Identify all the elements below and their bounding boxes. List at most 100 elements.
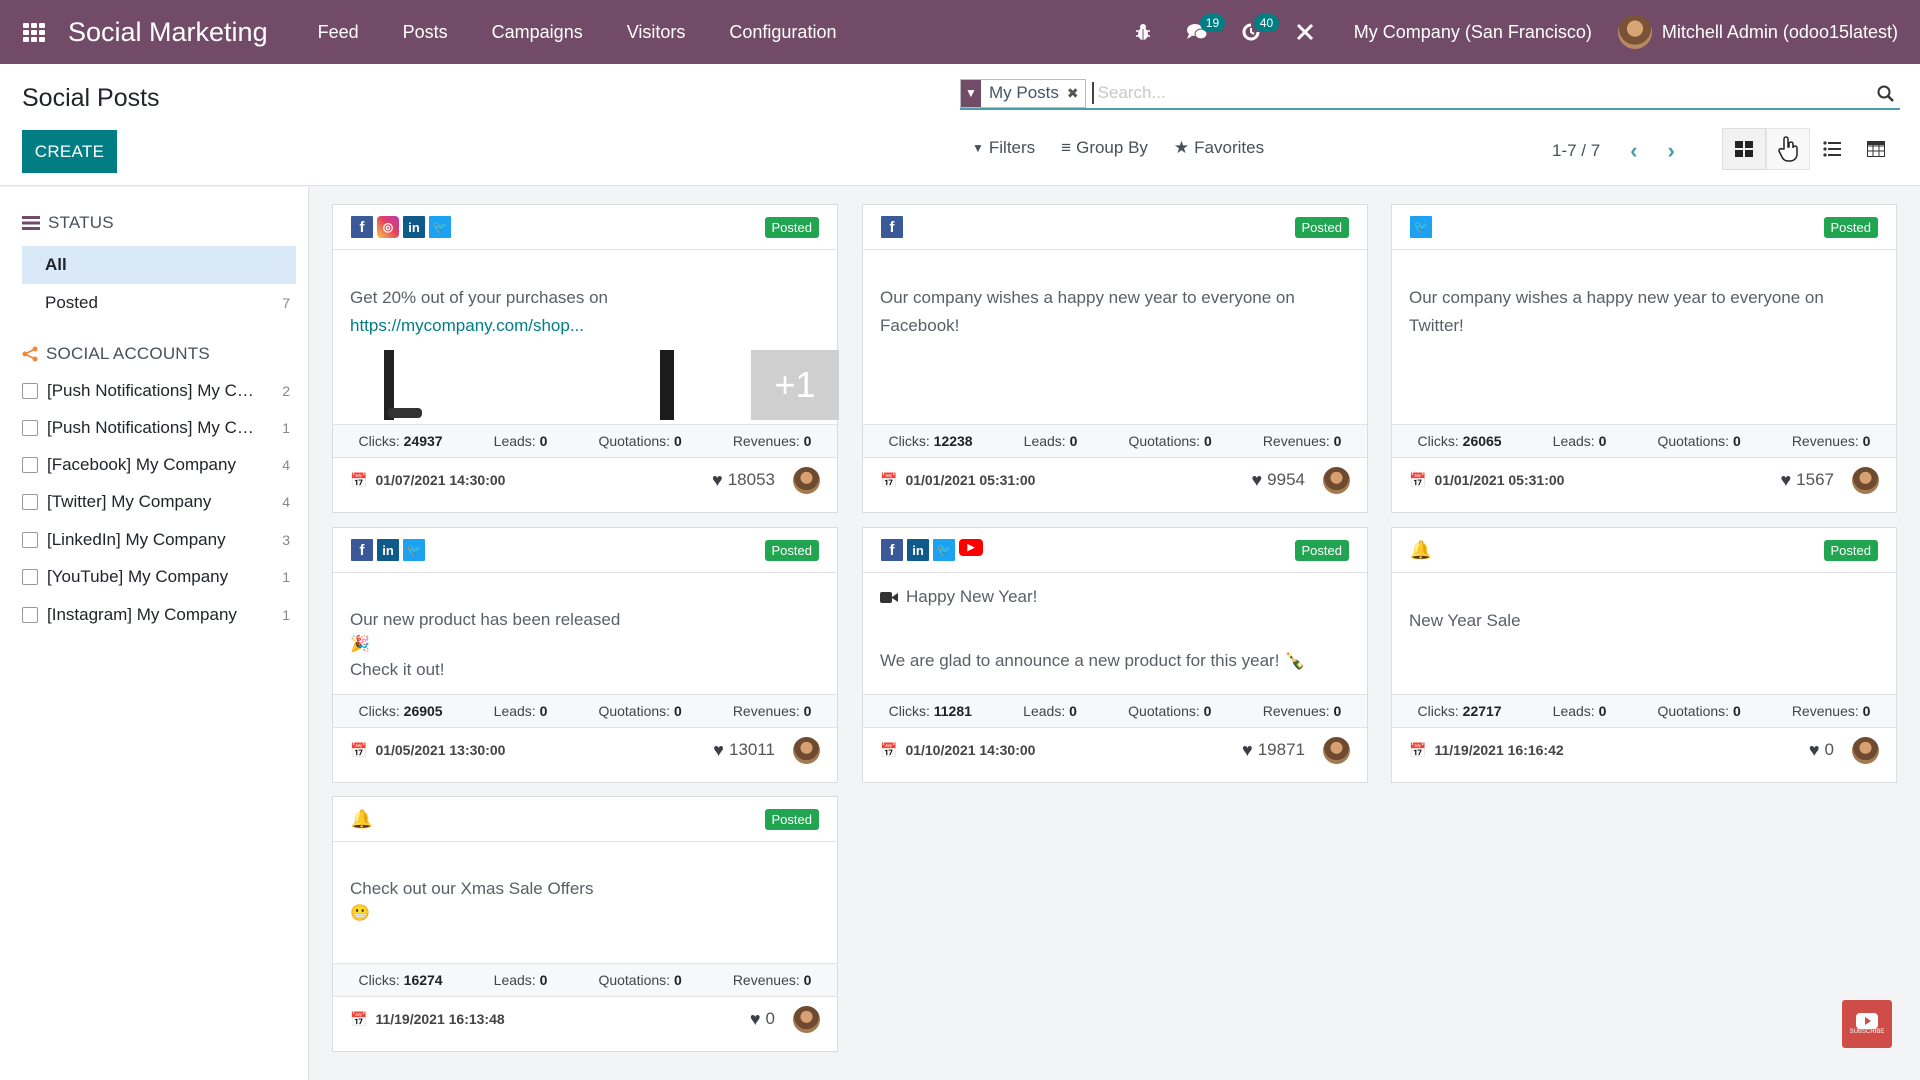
menu-feed[interactable]: Feed (296, 22, 381, 43)
calendar-view-button[interactable] (1766, 128, 1810, 170)
author-avatar[interactable] (1323, 736, 1350, 764)
menu-visitors[interactable]: Visitors (605, 22, 708, 43)
checkbox[interactable] (22, 532, 38, 548)
status-badge[interactable]: Posted (1294, 216, 1349, 238)
facet-remove-icon[interactable]: ✖ (1067, 80, 1085, 107)
status-badge[interactable]: Posted (764, 808, 819, 830)
clicks-stat: Clicks: 26065 (1417, 433, 1502, 449)
post-likes: ♥ 19871 (1242, 739, 1305, 760)
list-icon (1823, 141, 1841, 157)
search-input[interactable] (1091, 82, 1870, 104)
group-by-button[interactable]: ≡ Group By (1061, 138, 1148, 158)
activities-button[interactable]: 40 (1224, 0, 1280, 64)
filters-button[interactable]: ▼ Filters (972, 138, 1035, 158)
youtube-icon: ▶ (959, 539, 983, 556)
checkbox[interactable] (22, 420, 38, 436)
author-avatar[interactable] (1852, 466, 1879, 494)
leads-stat: Leads: 0 (493, 972, 548, 988)
status-badge[interactable]: Posted (1823, 216, 1878, 238)
app-name[interactable]: Social Marketing (68, 17, 268, 48)
account-filter-item[interactable]: [Instagram] My Company 1 (22, 605, 296, 625)
post-card[interactable]: f in 🐦 ▶ Posted Happy New Year! We are g… (862, 527, 1368, 783)
post-likes: ♥ 0 (749, 1008, 775, 1029)
kanban-view-button[interactable] (1722, 128, 1766, 170)
apps-menu-icon[interactable] (22, 20, 46, 44)
post-likes: ♥ 13011 (713, 739, 775, 760)
calendar-check-icon: 📅 (1409, 741, 1427, 758)
account-filter-item[interactable]: [YouTube] My Company 1 (22, 567, 296, 587)
debug-button[interactable] (1116, 0, 1170, 64)
settings-tools-button[interactable] (1278, 0, 1332, 64)
account-filter-item[interactable]: [Push Notifications] My Company1 (22, 418, 296, 438)
search-button[interactable] (1870, 78, 1900, 108)
heart-icon: ♥ (712, 469, 723, 490)
main-menu: Feed Posts Campaigns Visitors Configurat… (296, 22, 859, 43)
post-card[interactable]: 🐦 Posted Our company wishes a happy new … (1391, 204, 1897, 513)
linkedin-icon: in (377, 539, 399, 561)
post-card[interactable]: f in 🐦 Posted Our new product has been r… (332, 527, 838, 783)
checkbox[interactable] (22, 607, 38, 623)
status-item-posted[interactable]: Posted 7 (22, 284, 296, 322)
facebook-icon: f (351, 539, 373, 561)
menu-campaigns[interactable]: Campaigns (470, 22, 605, 43)
checkbox[interactable] (22, 457, 38, 473)
post-date: 📅 01/01/2021 05:31:00 (1409, 471, 1565, 489)
product-image[interactable] (660, 350, 674, 420)
post-card[interactable]: 🔔 Posted Check out our Xmas Sale Offers … (332, 796, 838, 1052)
status-badge[interactable]: Posted (764, 216, 819, 238)
post-stats: Clicks: 12238 Leads: 0 Quotations: 0 Rev… (863, 424, 1367, 458)
post-card[interactable]: f ◎ in 🐦 Posted Get 20% out of your purc… (332, 204, 839, 513)
checkbox[interactable] (22, 494, 38, 510)
post-link[interactable]: https://mycompany.com/shop... (350, 316, 584, 335)
account-filter-item[interactable]: [Twitter] My Company 4 (22, 492, 296, 512)
revenues-stat: Revenues: 0 (1262, 703, 1342, 719)
author-avatar[interactable] (793, 466, 820, 494)
pager-next-icon[interactable]: › (1668, 138, 1675, 164)
heart-icon: ♥ (713, 739, 724, 760)
instagram-icon: ◎ (377, 216, 399, 238)
pager-value[interactable]: 1-7 / 7 (1552, 141, 1600, 161)
pager-previous-icon[interactable]: ‹ (1630, 138, 1637, 164)
status-badge[interactable]: Posted (764, 539, 819, 561)
post-card[interactable]: 🔔 Posted New Year Sale Clicks: 22717 Lea… (1391, 527, 1897, 783)
checkbox[interactable] (22, 569, 38, 585)
create-button[interactable]: CREATE (22, 130, 117, 173)
author-avatar[interactable] (1323, 466, 1350, 494)
clicks-stat: Clicks: 12238 (888, 433, 973, 449)
messages-button[interactable]: 19 (1170, 0, 1226, 64)
account-filter-item[interactable]: [Facebook] My Company 4 (22, 455, 296, 475)
leads-stat: Leads: 0 (493, 703, 548, 719)
pivot-view-button[interactable] (1854, 128, 1898, 170)
author-avatar[interactable] (793, 736, 820, 764)
view-switcher (1722, 128, 1898, 170)
account-filter-item[interactable]: [LinkedIn] My Company 3 (22, 530, 296, 550)
quotations-stat: Quotations: 0 (598, 433, 682, 449)
post-date: 📅 01/05/2021 13:30:00 (350, 741, 506, 759)
author-avatar[interactable] (793, 1005, 820, 1033)
search-panel: STATUS All Posted 7 SOCIAL ACCOUNTS [Pus… (0, 187, 309, 1080)
calendar-check-icon: 📅 (350, 1010, 368, 1027)
more-images-button[interactable]: +1 (751, 350, 839, 420)
author-avatar[interactable] (1852, 736, 1879, 764)
leads-stat: Leads: 0 (493, 433, 548, 449)
list-view-button[interactable] (1810, 128, 1854, 170)
post-images: +1 (350, 350, 839, 422)
checkbox[interactable] (22, 383, 38, 399)
company-switcher[interactable]: My Company (San Francisco) (1332, 22, 1618, 43)
menu-posts[interactable]: Posts (381, 22, 470, 43)
status-item-all[interactable]: All (22, 246, 296, 284)
search-icon (1877, 85, 1894, 102)
leads-stat: Leads: 0 (1023, 433, 1078, 449)
calendar-check-icon: 📅 (350, 471, 368, 488)
quotations-stat: Quotations: 0 (598, 972, 682, 988)
post-card[interactable]: f Posted Our company wishes a happy new … (862, 204, 1368, 513)
leads-stat: Leads: 0 (1552, 433, 1607, 449)
status-badge[interactable]: Posted (1294, 539, 1349, 561)
search-options: ▼ Filters ≡ Group By ★ Favorites (972, 138, 1264, 158)
subscribe-overlay-button[interactable]: SUBSCRIBE (1842, 1000, 1892, 1048)
user-menu[interactable]: Mitchell Admin (odoo15latest) (1617, 15, 1920, 49)
menu-configuration[interactable]: Configuration (707, 22, 858, 43)
status-badge[interactable]: Posted (1823, 539, 1878, 561)
favorites-button[interactable]: ★ Favorites (1174, 138, 1264, 158)
account-filter-item[interactable]: [Push Notifications] My Company2 (22, 381, 296, 401)
